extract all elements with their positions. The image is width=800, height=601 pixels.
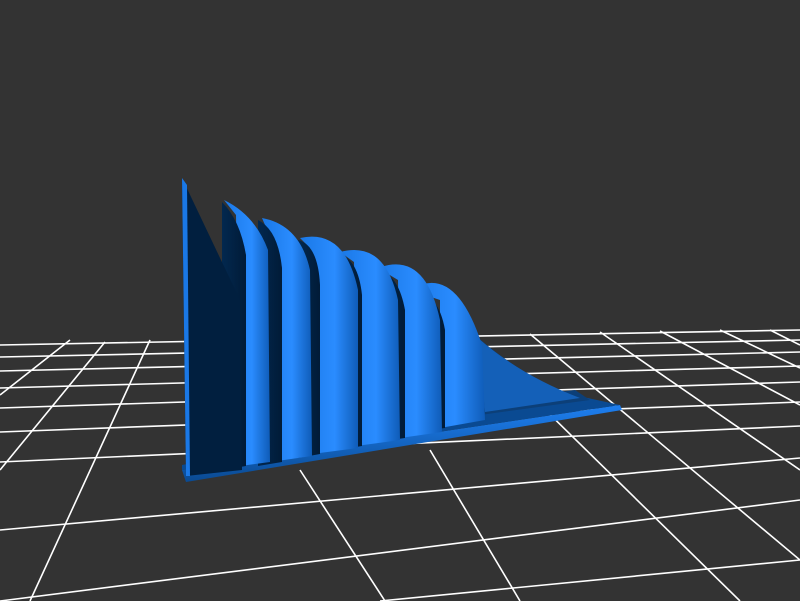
- 3d-scene: [0, 178, 800, 601]
- 3d-viewport[interactable]: [0, 0, 800, 601]
